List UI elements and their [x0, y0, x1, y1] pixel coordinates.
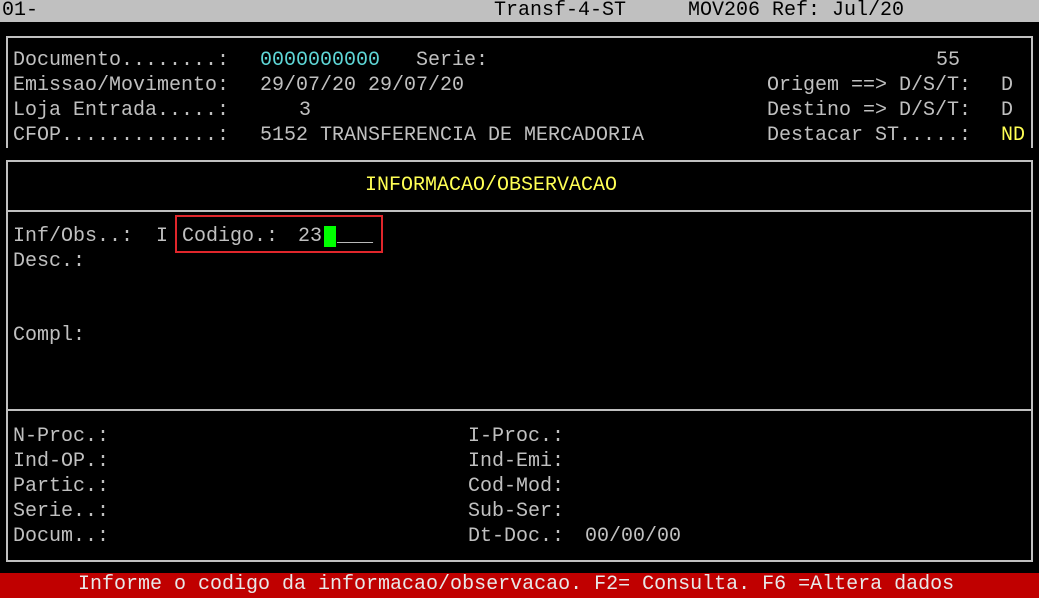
codigo-input-blank[interactable]: ___ — [337, 225, 373, 249]
docum-label: Docum..: — [13, 525, 110, 548]
codmod-label: Cod-Mod: — [468, 475, 565, 498]
emissao-label: Emissao/Movimento: — [13, 74, 230, 97]
status-message: Informe o codigo da informacao/observaca… — [78, 573, 955, 596]
cfop-label: CFOP.............: — [13, 124, 230, 147]
origem-value[interactable]: D — [1001, 74, 1013, 98]
serie-value[interactable]: 55 — [936, 49, 960, 73]
destino-label: Destino => D/S/T: — [767, 99, 972, 122]
subser-label: Sub-Ser: — [468, 500, 565, 523]
indemi-label: Ind-Emi: — [468, 450, 565, 473]
codigo-input[interactable]: 23 — [298, 225, 322, 249]
nproc-label: N-Proc.: — [13, 425, 110, 448]
loja-entrada-label: Loja Entrada.....: — [13, 99, 230, 122]
serie-label: Serie: — [416, 49, 489, 72]
origem-label: Origem ==> D/S/T: — [767, 74, 972, 97]
cfop-value[interactable]: 5152 TRANSFERENCIA DE MERCADORIA — [260, 124, 644, 148]
documento-value[interactable]: 0000000000 — [260, 49, 380, 73]
documento-label: Documento........: — [13, 49, 230, 72]
partic-label: Partic.: — [13, 475, 110, 498]
codigo-label: Codigo.: — [182, 225, 279, 248]
destino-value[interactable]: D — [1001, 99, 1013, 123]
infobs-label: Inf/Obs..: — [13, 225, 134, 248]
detail-serie-label: Serie..: — [13, 500, 110, 523]
destacar-st-label: Destacar ST.....: — [767, 124, 972, 147]
program-name: Transf-4-ST — [494, 0, 627, 22]
desc-label: Desc.: — [13, 250, 86, 273]
indop-label: Ind-OP.: — [13, 450, 110, 473]
infobs-value[interactable]: I — [156, 225, 168, 249]
top-status-bar: 01- Transf-4-ST MOV206 Ref: Jul/20 — [0, 0, 1039, 22]
session-id: 01- — [2, 0, 39, 22]
compl-label: Compl: — [13, 324, 86, 347]
text-cursor — [324, 226, 336, 247]
dtdoc-label: Dt-Doc.: — [468, 525, 565, 548]
loja-entrada-value[interactable]: 3 — [299, 99, 311, 123]
destacar-st-value[interactable]: ND — [1001, 124, 1025, 148]
module-ref: MOV206 Ref: Jul/20 — [688, 0, 905, 22]
status-message-bar: Informe o codigo da informacao/observaca… — [0, 573, 1039, 598]
iproc-label: I-Proc.: — [468, 425, 565, 448]
emissao-value[interactable]: 29/07/20 29/07/20 — [260, 74, 464, 98]
dtdoc-value[interactable]: 00/00/00 — [585, 525, 681, 549]
details-divider — [6, 409, 1033, 411]
title-divider — [6, 210, 1033, 212]
info-panel-title: INFORMACAO/OBSERVACAO — [365, 174, 618, 197]
